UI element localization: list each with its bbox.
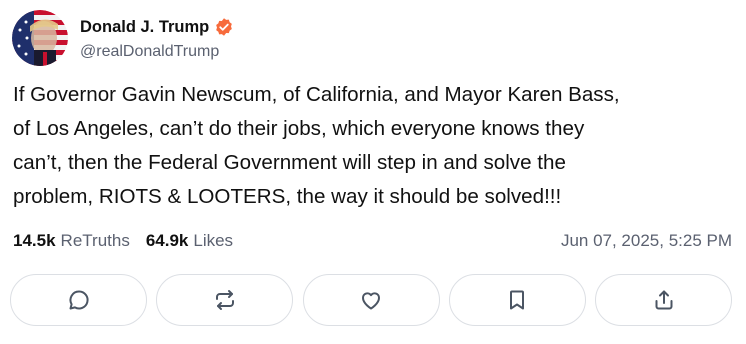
likes-label: Likes <box>193 231 234 250</box>
share-icon <box>655 290 672 310</box>
likes-count: 64.9k <box>145 231 189 250</box>
retruths-stat[interactable]: 14.5k ReTruths <box>13 231 130 251</box>
reply-button[interactable] <box>10 274 147 326</box>
display-name[interactable]: Donald J. Trump <box>80 18 209 37</box>
retruth-icon <box>215 290 234 310</box>
bookmark-icon <box>510 290 525 310</box>
avatar-image <box>12 10 68 66</box>
author-info: Donald J. Trump @realDonaldTrump <box>80 15 234 61</box>
post-stats: 14.5k ReTruths 64.9k Likes Jun 07, 2025,… <box>13 229 732 253</box>
share-button[interactable] <box>595 274 732 326</box>
like-button[interactable] <box>302 274 440 326</box>
action-bar <box>10 274 732 328</box>
likes-stat[interactable]: 64.9k Likes <box>146 231 233 251</box>
name-row: Donald J. Trump <box>80 15 234 39</box>
post-header: Donald J. Trump @realDonaldTrump <box>12 10 234 66</box>
post-card: Donald J. Trump @realDonaldTrump If Gove… <box>0 0 746 344</box>
user-handle[interactable]: @realDonaldTrump <box>80 43 234 61</box>
avatar[interactable] <box>12 10 68 66</box>
retruths-label: ReTruths <box>60 231 130 250</box>
post-text: If Governor Gavin Newscum, of California… <box>13 83 620 208</box>
retruth-button[interactable] <box>156 274 294 326</box>
bookmark-button[interactable] <box>448 274 586 326</box>
comment-icon <box>68 290 89 310</box>
heart-icon <box>362 292 380 310</box>
verified-badge-icon <box>214 17 234 37</box>
retruths-count: 14.5k <box>13 231 56 250</box>
post-timestamp[interactable]: Jun 07, 2025, 5:25 PM <box>561 231 732 251</box>
